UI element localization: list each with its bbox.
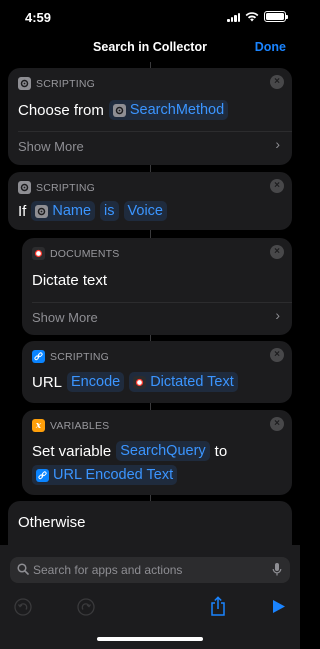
card-category-header: DOCUMENTS — [32, 247, 119, 260]
remove-action-button[interactable]: × — [270, 348, 284, 362]
encode-mode-token[interactable]: Encode — [67, 372, 125, 392]
redo-icon[interactable] — [77, 598, 95, 616]
otherwise-label: Otherwise — [18, 514, 86, 531]
card-category-header: x VARIABLES — [32, 419, 109, 432]
action-summary: URL Encode Dictated Text — [32, 372, 238, 392]
category-label: SCRIPTING — [36, 181, 95, 194]
done-button[interactable]: Done — [255, 40, 286, 54]
wifi-icon — [245, 11, 259, 21]
chevron-right-icon: › — [275, 136, 280, 152]
status-time: 4:59 — [25, 10, 52, 25]
status-bar: 4:59 — [0, 0, 300, 34]
category-label: SCRIPTING — [36, 77, 95, 90]
token-label: SearchMethod — [129, 102, 225, 118]
card-category-header: SCRIPTING — [18, 181, 95, 194]
card-category-header: SCRIPTING — [18, 77, 95, 90]
action-summary: Choose from SearchMethod — [18, 100, 229, 120]
set-variable-action-card[interactable]: x VARIABLES × Set variable SearchQuery t… — [22, 410, 292, 495]
remove-action-button[interactable]: × — [270, 75, 284, 89]
variable-token[interactable]: SearchMethod — [108, 100, 229, 120]
remove-action-button[interactable]: × — [270, 417, 284, 431]
gear-icon — [18, 181, 31, 194]
action-summary: Dictate text — [32, 272, 107, 289]
divider — [32, 302, 292, 303]
show-more-button[interactable]: Show More — [18, 139, 84, 154]
remove-action-button[interactable]: × — [270, 245, 284, 259]
flow-connector — [150, 230, 151, 238]
remove-action-button[interactable]: × — [270, 179, 284, 193]
gear-icon — [112, 103, 126, 117]
microphone-dot-icon — [133, 375, 147, 389]
gear-icon — [35, 204, 49, 218]
search-icon — [17, 563, 29, 575]
undo-icon[interactable] — [14, 598, 32, 616]
flow-connector — [150, 403, 151, 410]
divider — [18, 131, 292, 132]
condition-value-token[interactable]: Voice — [123, 201, 167, 221]
cellular-signal-icon — [227, 12, 240, 22]
action-verb: Choose from — [18, 101, 104, 119]
link-icon — [36, 468, 49, 482]
action-verb: Set variable — [32, 442, 112, 460]
microphone-dot-icon — [32, 247, 45, 260]
x-variable-icon: x — [32, 419, 45, 432]
action-summary-line2: URL Encoded Text — [32, 465, 178, 485]
category-label: DOCUMENTS — [50, 247, 120, 260]
show-more-button[interactable]: Show More — [32, 310, 98, 325]
token-label: Name — [52, 203, 92, 219]
variable-token[interactable]: URL Encoded Text — [32, 465, 178, 485]
link-icon — [32, 350, 45, 363]
home-indicator — [97, 637, 203, 641]
token-label: Dictated Text — [150, 374, 234, 390]
battery-icon — [264, 11, 288, 22]
status-icons — [227, 11, 288, 22]
category-label: SCRIPTING — [50, 350, 109, 363]
choose-from-action-card[interactable]: SCRIPTING × Choose from SearchMethod Sho… — [8, 68, 292, 165]
gear-icon — [18, 77, 31, 90]
variable-name-token[interactable]: SearchQuery — [116, 441, 210, 461]
play-run-icon[interactable] — [272, 599, 286, 614]
action-verb: Dictate text — [32, 272, 108, 289]
action-summary: If Name is Voice — [18, 201, 167, 221]
if-action-card[interactable]: SCRIPTING × If Name is Voice — [8, 172, 292, 230]
action-verb: URL — [32, 373, 63, 391]
chevron-right-icon: › — [275, 307, 280, 323]
bottom-action-bar: Search for apps and actions — [0, 545, 300, 649]
action-search-input[interactable]: Search for apps and actions — [10, 557, 290, 583]
connector-text: to — [214, 442, 228, 460]
shortcut-editor-screen: 4:59 Search in Collector Done SCRIPTING — [0, 0, 300, 649]
action-verb: If — [18, 202, 27, 220]
microphone-icon[interactable] — [272, 562, 282, 577]
condition-operator-token[interactable]: is — [100, 201, 119, 221]
flow-connector — [150, 165, 151, 172]
search-placeholder: Search for apps and actions — [33, 563, 183, 577]
share-icon[interactable] — [209, 596, 227, 617]
variable-token[interactable]: Dictated Text — [129, 372, 238, 392]
action-summary: Set variable SearchQuery to — [32, 441, 227, 461]
action-summary: Otherwise — [18, 514, 86, 531]
otherwise-block-card[interactable]: Otherwise — [8, 501, 292, 545]
variable-token[interactable]: Name — [31, 201, 96, 221]
url-encode-action-card[interactable]: SCRIPTING × URL Encode Dictated Text — [22, 341, 292, 403]
card-category-header: SCRIPTING — [32, 350, 109, 363]
token-label: URL Encoded Text — [53, 467, 174, 483]
dictate-text-action-card[interactable]: DOCUMENTS × Dictate text Show More › — [22, 238, 292, 335]
category-label: VARIABLES — [50, 419, 110, 432]
